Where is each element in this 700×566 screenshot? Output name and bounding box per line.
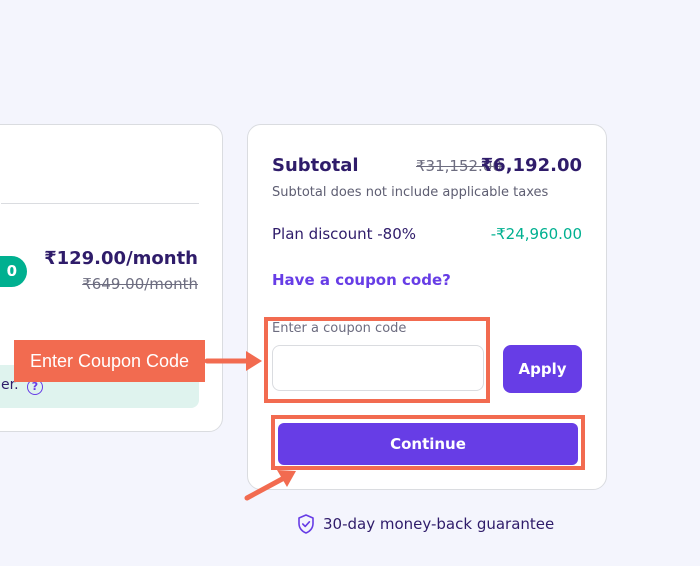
annotation-arrows (204, 351, 296, 501)
arrow-to-continue-icon (244, 470, 296, 501)
arrow-to-coupon-icon (204, 351, 262, 371)
